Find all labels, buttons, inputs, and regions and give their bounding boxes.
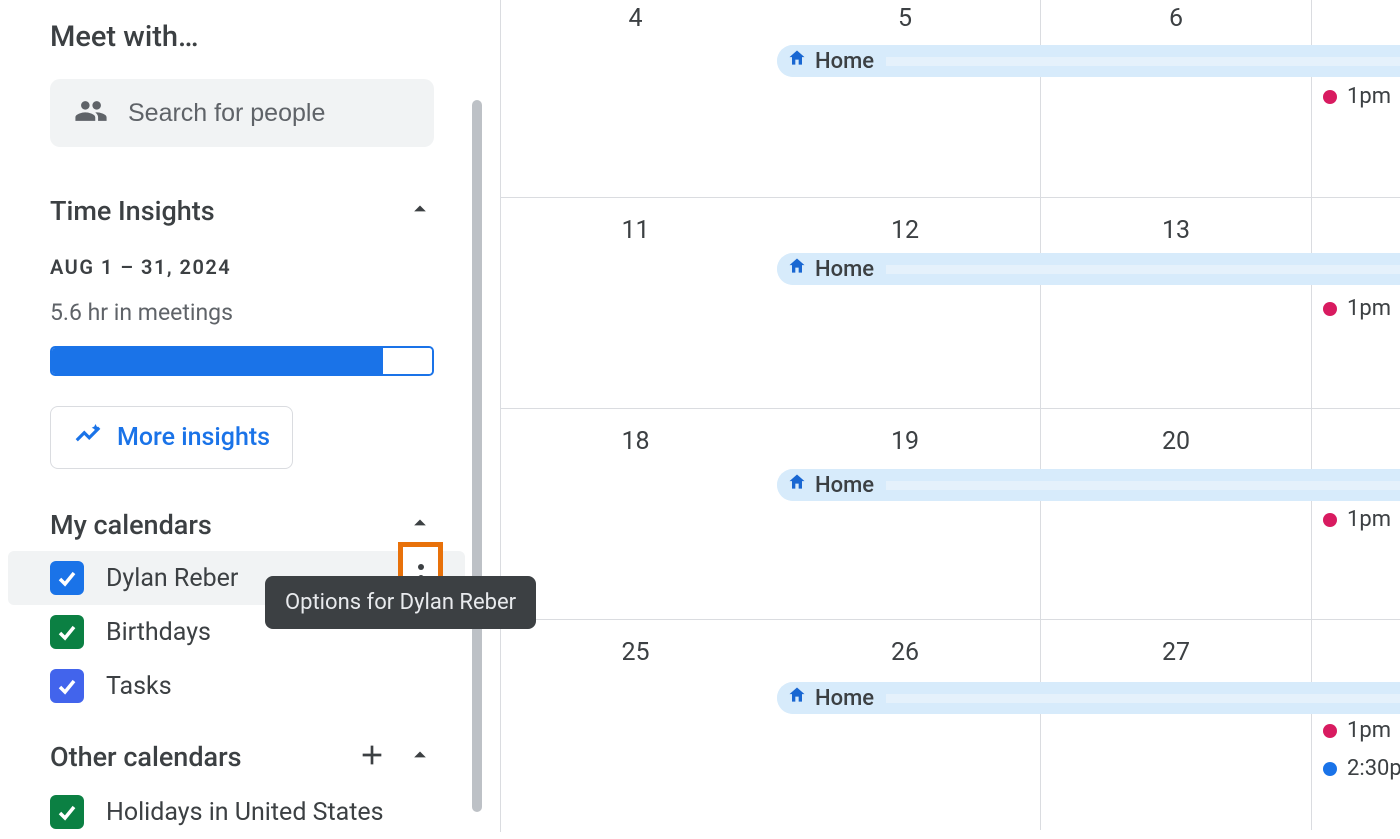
other-calendars-header[interactable]: Other calendars xyxy=(50,739,434,775)
day-number: 6 xyxy=(1041,4,1311,33)
more-insights-label: More insights xyxy=(117,423,270,452)
calendar-label: Holidays in United States xyxy=(106,798,465,827)
home-location-chip[interactable]: Home xyxy=(777,469,1400,501)
calendar-options-tooltip: Options for Dylan Reber xyxy=(265,576,536,629)
day-number: 20 xyxy=(1041,427,1311,456)
calendar-week-row: 252627 Home 1pm 2:30p xyxy=(501,619,1400,830)
calendar-day-cell[interactable]: 6 xyxy=(1041,0,1312,197)
calendar-item[interactable]: Holidays in United States xyxy=(50,785,465,839)
event-dot-icon xyxy=(1323,724,1337,738)
search-people-field[interactable] xyxy=(128,99,410,128)
calendar-checkbox[interactable] xyxy=(50,669,84,703)
calendar-checkbox[interactable] xyxy=(50,561,84,595)
more-insights-button[interactable]: More insights xyxy=(50,406,293,469)
calendar-week-row: 111213 Home 1pm xyxy=(501,197,1400,408)
my-calendars-title: My calendars xyxy=(50,509,212,541)
home-label: Home xyxy=(815,49,874,74)
home-icon xyxy=(787,472,807,498)
calendar-event[interactable]: 1pm xyxy=(1323,507,1391,532)
event-time: 2:30p xyxy=(1347,756,1400,781)
my-calendars-header[interactable]: My calendars xyxy=(50,509,434,541)
calendar-day-cell[interactable]: 27 xyxy=(1041,620,1312,830)
calendar-week-row: 181920 Home 1pm xyxy=(501,408,1400,619)
calendar-checkbox[interactable] xyxy=(50,795,84,829)
event-time: 1pm xyxy=(1347,84,1391,109)
day-number: 18 xyxy=(501,427,770,456)
event-dot-icon xyxy=(1323,90,1337,104)
calendar-day-cell[interactable]: 26 xyxy=(770,620,1041,830)
calendar-week-row: 456 Home 1pm xyxy=(501,0,1400,197)
add-calendar-button[interactable] xyxy=(356,739,388,775)
home-icon xyxy=(787,256,807,282)
people-icon xyxy=(74,94,108,132)
home-label: Home xyxy=(815,257,874,282)
calendar-event[interactable]: 1pm xyxy=(1323,296,1391,321)
calendar-day-cell[interactable]: 19 xyxy=(770,409,1041,619)
time-insights-title: Time Insights xyxy=(50,195,215,227)
home-location-chip[interactable]: Home xyxy=(777,45,1400,77)
day-number: 27 xyxy=(1041,638,1311,667)
calendar-event[interactable]: 1pm xyxy=(1323,84,1391,109)
calendar-day-cell[interactable]: 25 xyxy=(501,620,770,830)
calendar-day-cell[interactable]: 4 xyxy=(501,0,770,197)
chevron-up-icon[interactable] xyxy=(406,195,434,227)
home-icon xyxy=(787,685,807,711)
day-number: 19 xyxy=(770,427,1040,456)
event-dot-icon xyxy=(1323,762,1337,776)
search-people-input[interactable] xyxy=(50,79,434,147)
day-number: 26 xyxy=(770,638,1040,667)
calendar-event[interactable]: 2:30p xyxy=(1323,756,1400,781)
home-icon xyxy=(787,48,807,74)
insights-meeting-hours: 5.6 hr in meetings xyxy=(50,299,450,326)
meet-with-title: Meet with… xyxy=(50,20,450,54)
calendar-day-cell[interactable]: 18 xyxy=(501,409,770,619)
calendar-day-cell[interactable]: 5 xyxy=(770,0,1041,197)
time-insights-header[interactable]: Time Insights xyxy=(50,195,434,227)
chevron-up-icon[interactable] xyxy=(406,509,434,541)
sidebar-scrollbar[interactable] xyxy=(472,100,482,812)
home-label: Home xyxy=(815,473,874,498)
event-time: 1pm xyxy=(1347,296,1391,321)
event-dot-icon xyxy=(1323,513,1337,527)
home-location-chip[interactable]: Home xyxy=(777,253,1400,285)
insights-progress-fill xyxy=(52,348,383,374)
home-location-chip[interactable]: Home xyxy=(777,682,1400,714)
calendar-label: Tasks xyxy=(106,672,465,701)
calendar-checkbox[interactable] xyxy=(50,615,84,649)
sidebar: Meet with… Time Insights AUG 1 – 31, 202… xyxy=(0,0,500,832)
event-time: 1pm xyxy=(1347,507,1391,532)
insights-date-range: AUG 1 – 31, 2024 xyxy=(50,255,450,279)
day-number: 13 xyxy=(1041,216,1311,245)
calendar-day-cell[interactable]: 11 xyxy=(501,198,770,408)
day-number: 5 xyxy=(770,4,1040,33)
day-number: 12 xyxy=(770,216,1040,245)
day-number: 4 xyxy=(501,4,770,33)
chevron-up-icon[interactable] xyxy=(406,741,434,773)
event-time: 1pm xyxy=(1347,718,1391,743)
calendar-event[interactable]: 1pm xyxy=(1323,718,1391,743)
calendar-day-cell[interactable]: 20 xyxy=(1041,409,1312,619)
insights-progress-bar xyxy=(50,346,434,376)
calendar-day-cell[interactable]: 12 xyxy=(770,198,1041,408)
calendar-item[interactable]: Tasks xyxy=(50,659,465,713)
other-calendars-title: Other calendars xyxy=(50,741,242,773)
calendar-grid: 456Home1pm111213Home1pm181920Home1pm2526… xyxy=(500,0,1400,832)
day-number: 25 xyxy=(501,638,770,667)
event-dot-icon xyxy=(1323,302,1337,316)
home-label: Home xyxy=(815,686,874,711)
calendar-day-cell[interactable]: 13 xyxy=(1041,198,1312,408)
insights-spark-icon xyxy=(73,419,103,456)
other-calendars-list: Holidays in United States xyxy=(50,785,450,839)
day-number: 11 xyxy=(501,216,770,245)
